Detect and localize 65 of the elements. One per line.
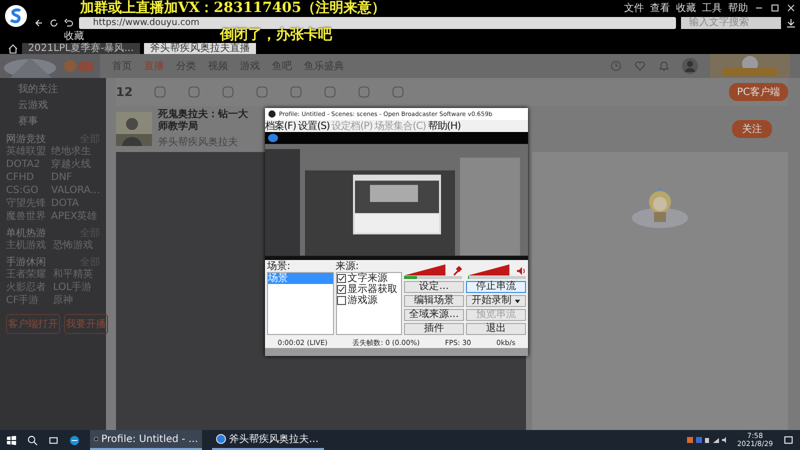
- browser-tab[interactable]: 2021LPL夏季赛-暴风...: [22, 43, 140, 54]
- notification-icon[interactable]: [783, 434, 794, 446]
- close-icon[interactable]: [786, 3, 796, 13]
- source-label: 显示器获取: [348, 284, 398, 295]
- speaker-icon[interactable]: [516, 266, 526, 276]
- app-logo-icon: [268, 110, 276, 118]
- checkbox[interactable]: [336, 285, 346, 294]
- undo-icon[interactable]: [64, 18, 74, 28]
- search-field[interactable]: 输入文字搜索: [681, 17, 781, 29]
- checkbox[interactable]: [336, 274, 346, 283]
- microphone-icon[interactable]: [452, 266, 462, 276]
- sidebar-button[interactable]: 我要开播: [64, 314, 108, 334]
- follow-button[interactable]: 关注: [732, 120, 772, 138]
- section-title: 单机热游: [6, 227, 46, 240]
- taskbar-button[interactable]: 斧头帮疾风奥拉夫...: [212, 430, 324, 450]
- section-title: 手游休闲: [6, 256, 46, 268]
- home-icon[interactable]: [8, 44, 18, 54]
- overlay-caption: 加群或上直播加VX：283117405（注明来意）: [80, 0, 386, 16]
- count-label: 12: [116, 85, 133, 99]
- app-button[interactable]: 编辑场景: [404, 295, 464, 307]
- app-button[interactable]: 开始录制: [466, 295, 526, 307]
- menu-item[interactable]: 帮助: [728, 2, 748, 14]
- menu-item[interactable]: 工具: [702, 2, 722, 14]
- sidebar-item[interactable]: 我的关注: [6, 82, 100, 97]
- sidebar-item[interactable]: 赛事: [6, 114, 100, 129]
- bookmark[interactable]: 收藏: [64, 30, 84, 42]
- app-button[interactable]: 全域来源...: [404, 309, 464, 321]
- stream-title: 死鬼奥拉夫：钻一大师教学局: [158, 109, 249, 133]
- menu-item[interactable]: 文件: [624, 2, 644, 14]
- client-button[interactable]: PC客户端: [728, 83, 788, 101]
- browser-tab[interactable]: 斧头帮疾风奥拉夫直播: [144, 43, 256, 54]
- menu-item[interactable]: 收藏: [676, 2, 696, 14]
- sources-label: 来源:: [336, 262, 360, 272]
- windows-start-icon[interactable]: [6, 434, 17, 446]
- app-icon: [94, 434, 98, 444]
- source-label: 游戏源: [348, 295, 378, 306]
- menu-item[interactable]: 设置(S): [298, 120, 330, 132]
- maximize-icon[interactable]: [770, 3, 780, 13]
- app-button[interactable]: 设定...: [404, 281, 464, 293]
- tray-icons-drawing: [687, 435, 728, 445]
- section-title: 网游竞技: [6, 133, 46, 146]
- back-icon[interactable]: [34, 18, 44, 28]
- caret-icon[interactable]: [514, 298, 520, 304]
- search-icon[interactable]: [27, 434, 38, 446]
- sidebar-button[interactable]: 客户端打开: [6, 314, 60, 334]
- browser-logo-icon[interactable]: [4, 4, 28, 28]
- source-label: 文字来源: [348, 273, 388, 284]
- app-button[interactable]: 停止串流: [466, 281, 526, 293]
- overlay-caption: 倒闭了，办张卡吧: [220, 27, 332, 43]
- menu-item[interactable]: 查看: [650, 2, 670, 14]
- app-button[interactable]: 退出: [466, 323, 526, 335]
- checkbox[interactable]: [336, 296, 346, 305]
- scenes-label: 场景:: [267, 262, 292, 272]
- menu-item[interactable]: 档案(F): [265, 120, 296, 132]
- browser-icon[interactable]: [69, 434, 80, 446]
- sidebar-item[interactable]: 云游戏: [6, 98, 100, 113]
- nav-link[interactable]: 直播: [144, 59, 164, 73]
- app-icon: [216, 434, 226, 444]
- download-icon[interactable]: [786, 18, 796, 28]
- scene-item[interactable]: 场景: [268, 273, 332, 284]
- task-view-icon[interactable]: [48, 434, 59, 446]
- menu-item[interactable]: 帮助(H): [428, 120, 461, 132]
- app-button[interactable]: 插件: [404, 323, 464, 335]
- refresh-icon[interactable]: [49, 18, 59, 28]
- taskbar-button[interactable]: Profile: Untitled - ...: [90, 430, 202, 450]
